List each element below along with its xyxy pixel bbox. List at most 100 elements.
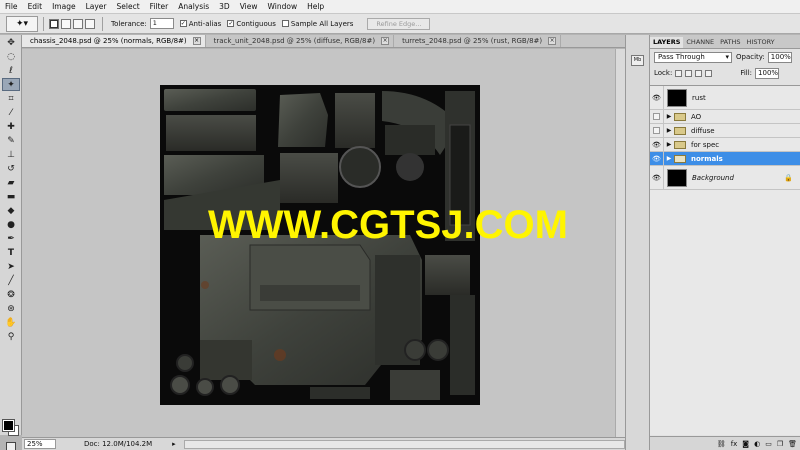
contiguous-checkbox[interactable]: ✓: [227, 20, 235, 27]
layer-for-spec[interactable]: 👁 ▶ for spec: [650, 138, 800, 152]
opacity-input[interactable]: 100%: [767, 51, 792, 63]
tab-history[interactable]: HISTORY: [744, 37, 778, 48]
eye-icon[interactable]: 👁: [650, 152, 664, 165]
gradient-tool-icon[interactable]: ▬: [2, 190, 20, 203]
menu-edit[interactable]: Edit: [23, 0, 48, 14]
history-brush-icon[interactable]: ↺: [2, 162, 20, 175]
crop-tool-icon[interactable]: ⌗: [2, 92, 20, 105]
status-menu-arrow-icon[interactable]: ▸: [172, 440, 176, 448]
vertical-scrollbar[interactable]: [615, 49, 625, 437]
menu-view[interactable]: View: [235, 0, 263, 14]
menu-window[interactable]: Window: [263, 0, 303, 14]
sample-all-label: Sample All Layers: [290, 19, 354, 28]
menu-help[interactable]: Help: [302, 0, 329, 14]
menu-image[interactable]: Image: [47, 0, 81, 14]
lock-all-icon[interactable]: [705, 69, 713, 77]
shape-tool-icon[interactable]: ╱: [2, 274, 20, 287]
layer-style-icon[interactable]: fx: [731, 440, 738, 448]
lock-label: Lock:: [654, 69, 673, 77]
zoom-level-field[interactable]: 25%: [24, 439, 56, 449]
magic-wand-tool-icon[interactable]: ✦: [2, 78, 20, 91]
menu-bar: File Edit Image Layer Select Filter Anal…: [0, 0, 800, 14]
dodge-tool-icon[interactable]: ●: [2, 218, 20, 231]
hand-tool-icon[interactable]: ✋: [2, 316, 20, 329]
layer-ao[interactable]: ▶ AO: [650, 110, 800, 124]
tab-label: track_unit_2048.psd @ 25% (diffuse, RGB/…: [213, 37, 376, 45]
layers-panel: LAYERS CHANNE PATHS HISTORY Pass Through…: [649, 35, 800, 450]
add-mask-icon[interactable]: ◙: [742, 440, 749, 448]
layer-thumbnail: [667, 88, 687, 107]
intersect-selection-button[interactable]: [85, 18, 95, 29]
tab-channels[interactable]: CHANNE: [683, 37, 717, 48]
move-tool-icon[interactable]: ✥: [2, 36, 20, 49]
path-select-icon[interactable]: ➤: [2, 260, 20, 273]
type-tool-icon[interactable]: T: [2, 246, 20, 259]
layer-name: rust: [692, 93, 706, 102]
lasso-tool-icon[interactable]: ℓ: [2, 64, 20, 77]
close-icon[interactable]: ×: [192, 37, 201, 45]
expand-triangle-icon[interactable]: ▶: [664, 113, 674, 120]
expand-triangle-icon[interactable]: ▶: [664, 155, 674, 162]
foreground-color-swatch[interactable]: [2, 419, 15, 432]
3d-rotate-icon[interactable]: ❂: [2, 288, 20, 301]
brush-tool-icon[interactable]: ✎: [2, 134, 20, 147]
blend-mode-select[interactable]: Pass Through: [654, 51, 732, 63]
lock-pixels-icon[interactable]: [685, 69, 693, 77]
add-selection-button[interactable]: [61, 18, 71, 29]
refine-edge-button[interactable]: Refine Edge...: [367, 17, 431, 30]
3d-orbit-icon[interactable]: ⊛: [2, 302, 20, 315]
fill-input[interactable]: 100%: [755, 67, 780, 79]
layer-background[interactable]: 👁 Background 🔒: [650, 166, 800, 190]
layer-thumbnail: [667, 168, 687, 187]
eraser-tool-icon[interactable]: ▰: [2, 176, 20, 189]
trash-icon[interactable]: 🗑: [788, 440, 797, 448]
eye-icon[interactable]: 👁: [650, 166, 664, 189]
subtract-selection-button[interactable]: [73, 18, 83, 29]
expand-triangle-icon[interactable]: ▶: [664, 127, 674, 134]
layer-diffuse[interactable]: ▶ diffuse: [650, 124, 800, 138]
close-icon[interactable]: ×: [381, 37, 390, 45]
eye-icon[interactable]: 👁: [650, 86, 664, 109]
tab-turrets[interactable]: turrets_2048.psd @ 25% (rust, RGB/8#) ×: [394, 35, 562, 47]
lock-position-icon[interactable]: [695, 69, 703, 77]
menu-select[interactable]: Select: [112, 0, 145, 14]
sample-all-checkbox[interactable]: [281, 20, 289, 27]
tab-paths[interactable]: PATHS: [717, 37, 743, 48]
pen-tool-icon[interactable]: ✒: [2, 232, 20, 245]
quick-mask-icon[interactable]: [6, 442, 16, 450]
lock-transparent-icon[interactable]: [675, 69, 683, 77]
marquee-tool-icon[interactable]: ◌: [2, 50, 20, 63]
menu-filter[interactable]: Filter: [145, 0, 174, 14]
adjustment-layer-icon[interactable]: ◐: [754, 440, 760, 448]
stamp-tool-icon[interactable]: ⊥: [2, 148, 20, 161]
new-group-icon[interactable]: ▭: [765, 440, 772, 448]
new-layer-icon[interactable]: ❐: [777, 440, 783, 448]
layer-normals[interactable]: 👁 ▶ normals: [650, 152, 800, 166]
eye-toggle-empty[interactable]: [650, 110, 664, 123]
link-layers-icon[interactable]: ⛓: [717, 440, 726, 448]
tab-track-unit[interactable]: track_unit_2048.psd @ 25% (diffuse, RGB/…: [206, 35, 395, 47]
tolerance-input[interactable]: 1: [149, 18, 174, 29]
close-icon[interactable]: ×: [548, 37, 557, 45]
horizontal-scrollbar[interactable]: [183, 439, 625, 449]
status-bar: 25% Doc: 12.0M/104.2M ▸: [22, 437, 625, 450]
menu-layer[interactable]: Layer: [81, 0, 112, 14]
document-size-info: Doc: 12.0M/104.2M: [84, 440, 153, 448]
blur-tool-icon[interactable]: ◆: [2, 204, 20, 217]
layer-rust[interactable]: 👁 rust: [650, 86, 800, 110]
healing-tool-icon[interactable]: ✚: [2, 120, 20, 133]
new-selection-button[interactable]: [49, 18, 59, 29]
eye-icon[interactable]: 👁: [650, 138, 664, 151]
menu-analysis[interactable]: Analysis: [173, 0, 214, 14]
menu-file[interactable]: File: [0, 0, 23, 14]
tab-chassis[interactable]: chassis_2048.psd @ 25% (normals, RGB/8#)…: [22, 35, 206, 47]
menu-3d[interactable]: 3D: [214, 0, 235, 14]
mini-bridge-icon[interactable]: Mb: [631, 55, 644, 66]
tool-preset-picker[interactable]: ✦▾: [6, 15, 38, 32]
eye-toggle-empty[interactable]: [650, 124, 664, 137]
zoom-tool-icon[interactable]: ⚲: [2, 330, 20, 343]
expand-triangle-icon[interactable]: ▶: [664, 141, 674, 148]
eyedropper-tool-icon[interactable]: ⁄: [2, 106, 20, 119]
tab-layers[interactable]: LAYERS: [650, 37, 684, 48]
anti-alias-checkbox[interactable]: ✓: [179, 20, 187, 27]
